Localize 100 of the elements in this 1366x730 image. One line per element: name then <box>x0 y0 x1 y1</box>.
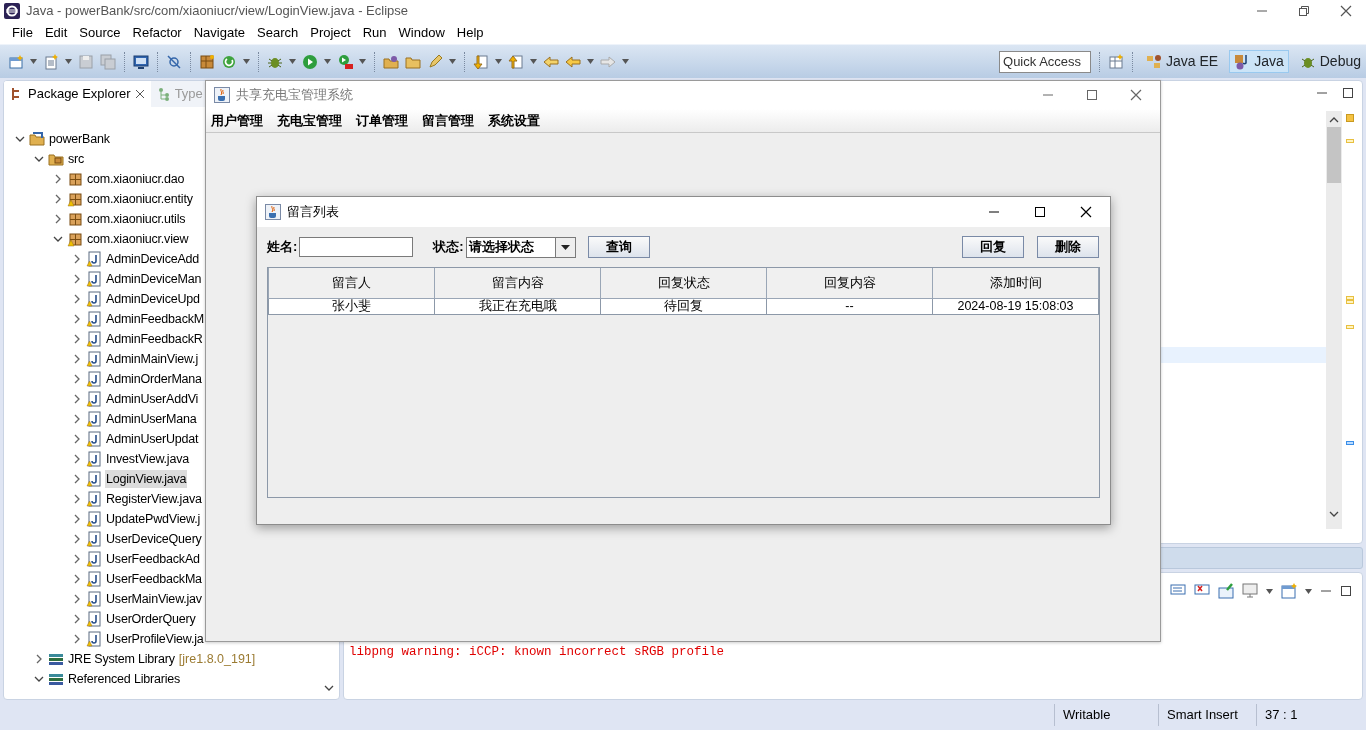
menu-item[interactable]: 充电宝管理 <box>276 110 343 131</box>
arrow-up-icon[interactable] <box>508 53 524 70</box>
skip-breakpoint-icon[interactable] <box>166 53 182 70</box>
tree-item[interactable]: UserDeviceQuery <box>105 529 203 549</box>
caret-icon[interactable] <box>30 59 37 64</box>
caret-icon[interactable] <box>622 59 629 64</box>
column-header[interactable]: 回复内容 <box>766 268 933 298</box>
tree-item[interactable]: com.xiaoniucr.entity <box>86 189 194 209</box>
caret-icon[interactable] <box>1305 588 1312 594</box>
tree-item[interactable]: AdminOrderMana <box>105 369 203 389</box>
run-icon[interactable] <box>302 53 318 70</box>
delete-button[interactable]: 删除 <box>1037 236 1099 258</box>
view-tab[interactable]: Package Explorer <box>4 81 151 107</box>
tree-item[interactable]: UpdatePwdView.j <box>105 509 202 529</box>
tree-item[interactable]: src <box>67 149 86 169</box>
column-header[interactable]: 留言内容 <box>434 268 601 298</box>
tree-item[interactable]: AdminFeedbackM <box>105 309 205 329</box>
tree-item[interactable]: JRE System Library <box>67 649 176 669</box>
new-window-icon[interactable] <box>8 53 24 70</box>
menu-item[interactable]: Search <box>251 23 305 43</box>
quick-access-field[interactable]: Quick Access <box>999 50 1091 73</box>
caret-icon[interactable] <box>587 59 594 64</box>
menu-item[interactable]: Refactor <box>126 23 188 43</box>
tree-item[interactable]: AdminDeviceMan <box>105 269 203 289</box>
close-icon[interactable] <box>134 89 145 99</box>
menu-item[interactable]: File <box>6 23 39 43</box>
caret-icon[interactable] <box>243 59 250 64</box>
tree-item[interactable]: AdminDeviceUpd <box>105 289 201 309</box>
folder-open-icon[interactable] <box>383 53 399 70</box>
status-dropdown[interactable]: 请选择状态 <box>465 236 576 258</box>
tree-item[interactable]: com.xiaoniucr.dao <box>86 169 186 189</box>
scroll-up-icon[interactable] <box>1329 116 1339 124</box>
package-icon[interactable] <box>199 53 215 70</box>
monitor-icon[interactable] <box>133 53 149 70</box>
tree-item[interactable]: Referenced Libraries <box>67 669 182 689</box>
refresh-icon[interactable] <box>221 53 237 70</box>
warning-marker-icon[interactable] <box>1346 139 1354 143</box>
caret-icon[interactable] <box>1266 588 1273 594</box>
maximize-icon[interactable] <box>1340 585 1352 597</box>
menu-item[interactable]: 留言管理 <box>421 110 475 131</box>
caret-icon[interactable] <box>289 59 296 64</box>
caret-icon[interactable] <box>449 59 456 64</box>
scroll-thumb[interactable] <box>1327 127 1341 183</box>
perspective-button[interactable]: Java EE <box>1141 50 1224 73</box>
restore-icon[interactable] <box>1298 5 1310 17</box>
caret-icon[interactable] <box>495 59 502 64</box>
tree-item[interactable]: AdminUserUpdat <box>105 429 200 449</box>
pin-icon[interactable] <box>1218 583 1234 599</box>
menu-item[interactable]: Run <box>356 23 393 43</box>
warning-marker-icon[interactable] <box>1346 325 1354 329</box>
tree-item[interactable]: UserFeedbackAd <box>105 549 201 569</box>
tree-item[interactable]: AdminUserAddVi <box>105 389 200 409</box>
tree-item[interactable]: AdminUserMana <box>105 409 198 429</box>
warning-marker-icon[interactable] <box>1346 296 1354 304</box>
tree-item[interactable]: AdminDeviceAdd <box>105 249 201 269</box>
name-field[interactable] <box>299 237 414 257</box>
tree-item[interactable]: UserMainView.jav <box>105 589 203 609</box>
maximize-icon[interactable] <box>1034 206 1046 218</box>
menu-item[interactable]: 用户管理 <box>210 110 264 131</box>
menu-item[interactable]: Help <box>450 23 490 43</box>
close-icon[interactable] <box>1080 206 1092 218</box>
occurrence-marker-icon[interactable] <box>1346 441 1354 445</box>
menu-item[interactable]: Source <box>73 23 127 43</box>
reply-button[interactable]: 回复 <box>962 236 1024 258</box>
external-tools-icon[interactable] <box>337 53 353 70</box>
tree-item[interactable]: InvestView.java <box>105 449 190 469</box>
caret-icon[interactable] <box>530 59 537 64</box>
caret-icon[interactable] <box>324 59 331 64</box>
scroll-down-icon[interactable] <box>1329 511 1339 519</box>
menu-item[interactable]: Navigate <box>187 23 251 43</box>
new-console-icon[interactable] <box>1281 583 1297 599</box>
column-header[interactable]: 回复状态 <box>600 268 767 298</box>
column-header[interactable]: 留言人 <box>268 268 435 298</box>
perspective-button[interactable]: Debug <box>1294 50 1366 73</box>
arrow-down-icon[interactable] <box>473 53 489 70</box>
tree-item[interactable]: AdminFeedbackR <box>105 329 204 349</box>
menu-item[interactable]: 系统设置 <box>487 110 541 131</box>
perspective-button[interactable]: Java <box>1229 50 1289 73</box>
tree-item[interactable]: AdminMainView.j <box>105 349 199 369</box>
menu-item[interactable]: Window <box>392 23 451 43</box>
caret-icon[interactable] <box>65 59 72 64</box>
query-button[interactable]: 查询 <box>587 236 650 258</box>
tree-item[interactable]: RegisterView.java <box>105 489 203 509</box>
menu-item[interactable]: Project <box>304 23 357 43</box>
tree-item[interactable]: powerBank <box>48 129 111 149</box>
close-icon[interactable] <box>1340 5 1352 17</box>
menu-item[interactable]: Edit <box>38 23 74 43</box>
tree-item[interactable]: LoginView.java <box>105 469 188 489</box>
tree-item[interactable]: com.xiaoniucr.utils <box>86 209 187 229</box>
caret-icon[interactable] <box>359 59 366 64</box>
display-icon[interactable] <box>1242 583 1258 599</box>
open-perspective-icon[interactable] <box>1108 53 1124 70</box>
pen-icon[interactable] <box>427 53 443 70</box>
maximize-icon[interactable] <box>1342 87 1354 99</box>
column-header[interactable]: 添加时间 <box>932 268 1099 298</box>
tree-item[interactable]: com.xiaoniucr.view <box>86 229 190 249</box>
menu-item[interactable]: 订单管理 <box>355 110 409 131</box>
warning-marker-icon[interactable] <box>1346 114 1354 122</box>
scroll-down-icon[interactable] <box>324 685 334 693</box>
tree-item[interactable]: UserProfileView.ja <box>105 629 205 649</box>
